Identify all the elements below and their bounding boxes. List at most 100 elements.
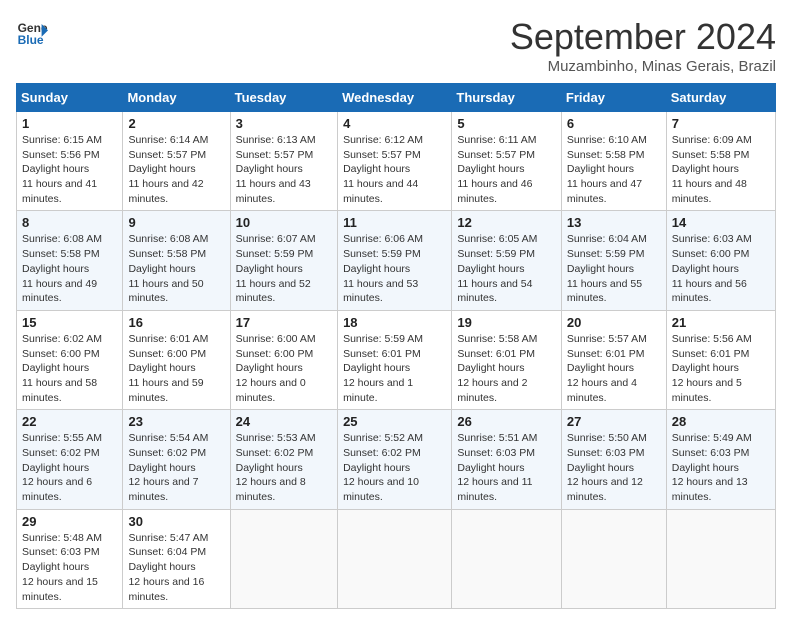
day-number: 1 <box>22 116 117 131</box>
calendar-week-3: 15 Sunrise: 6:02 AMSunset: 6:00 PMDayligh… <box>17 310 776 409</box>
calendar-cell: 10Sunrise: 6:07 AMSunset: 5:59 PMDayligh… <box>230 211 337 310</box>
day-number: 9 <box>128 215 224 230</box>
title-area: September 2024 Muzambinho, Minas Gerais,… <box>510 16 776 75</box>
calendar-cell <box>338 509 452 608</box>
day-number: 26 <box>457 414 556 429</box>
day-info: Sunrise: 5:49 AMSunset: 6:03 PMDaylight … <box>672 431 770 504</box>
calendar-cell: 8Sunrise: 6:08 AMSunset: 5:58 PMDaylight… <box>17 211 123 310</box>
day-info: Sunrise: 5:50 AMSunset: 6:03 PMDaylight … <box>567 431 661 504</box>
day-number: 29 <box>22 514 117 529</box>
calendar-cell: 6 Sunrise: 6:10 AMSunset: 5:58 PMDaylight… <box>561 112 666 211</box>
calendar-week-1: 1 Sunrise: 6:15 AMSunset: 5:56 PMDaylight… <box>17 112 776 211</box>
calendar-cell <box>230 509 337 608</box>
weekday-header-friday: Friday <box>561 84 666 112</box>
day-number: 4 <box>343 116 446 131</box>
weekday-header-tuesday: Tuesday <box>230 84 337 112</box>
calendar-cell: 3 Sunrise: 6:13 AMSunset: 5:57 PMDaylight… <box>230 112 337 211</box>
subtitle: Muzambinho, Minas Gerais, Brazil <box>510 58 776 75</box>
calendar-week-2: 8Sunrise: 6:08 AMSunset: 5:58 PMDaylight… <box>17 211 776 310</box>
day-info: Sunrise: 6:01 AMSunset: 6:00 PMDaylight … <box>128 332 224 405</box>
calendar-cell: 24 Sunrise: 5:53 AMSunset: 6:02 PMDayligh… <box>230 410 337 509</box>
calendar-cell: 5Sunrise: 6:11 AMSunset: 5:57 PMDaylight… <box>452 112 562 211</box>
day-number: 13 <box>567 215 661 230</box>
calendar-cell: 7Sunrise: 6:09 AMSunset: 5:58 PMDaylight… <box>666 112 775 211</box>
weekday-header-sunday: Sunday <box>17 84 123 112</box>
calendar-cell: 1 Sunrise: 6:15 AMSunset: 5:56 PMDaylight… <box>17 112 123 211</box>
calendar-cell: 20Sunrise: 5:57 AMSunset: 6:01 PMDayligh… <box>561 310 666 409</box>
day-number: 22 <box>22 414 117 429</box>
calendar-cell: 26Sunrise: 5:51 AMSunset: 6:03 PMDayligh… <box>452 410 562 509</box>
day-info: Sunrise: 6:08 AMSunset: 5:58 PMDaylight … <box>22 232 117 305</box>
day-info: Sunrise: 5:48 AMSunset: 6:03 PMDaylight … <box>22 531 117 604</box>
calendar-cell: 29 Sunrise: 5:48 AMSunset: 6:03 PMDayligh… <box>17 509 123 608</box>
day-number: 6 <box>567 116 661 131</box>
calendar-cell: 9Sunrise: 6:08 AMSunset: 5:58 PMDaylight… <box>123 211 230 310</box>
day-number: 16 <box>128 315 224 330</box>
weekday-header-thursday: Thursday <box>452 84 562 112</box>
day-number: 5 <box>457 116 556 131</box>
calendar-cell: 2Sunrise: 6:14 AMSunset: 5:57 PMDaylight… <box>123 112 230 211</box>
svg-text:Blue: Blue <box>18 33 44 47</box>
day-info: Sunrise: 6:13 AMSunset: 5:57 PMDaylight … <box>236 133 332 206</box>
day-number: 15 <box>22 315 117 330</box>
day-number: 14 <box>672 215 770 230</box>
calendar-table: SundayMondayTuesdayWednesdayThursdayFrid… <box>16 83 776 609</box>
day-info: Sunrise: 6:10 AMSunset: 5:58 PMDaylight … <box>567 133 661 206</box>
day-number: 24 <box>236 414 332 429</box>
calendar-cell: 11 Sunrise: 6:06 AMSunset: 5:59 PMDayligh… <box>338 211 452 310</box>
calendar-cell: 15 Sunrise: 6:02 AMSunset: 6:00 PMDayligh… <box>17 310 123 409</box>
calendar-week-5: 29 Sunrise: 5:48 AMSunset: 6:03 PMDayligh… <box>17 509 776 608</box>
day-info: Sunrise: 5:55 AMSunset: 6:02 PMDaylight … <box>22 431 117 504</box>
calendar-cell: 19Sunrise: 5:58 AMSunset: 6:01 PMDayligh… <box>452 310 562 409</box>
day-number: 12 <box>457 215 556 230</box>
day-info: Sunrise: 6:07 AMSunset: 5:59 PMDaylight … <box>236 232 332 305</box>
calendar-cell: 27 Sunrise: 5:50 AMSunset: 6:03 PMDayligh… <box>561 410 666 509</box>
weekday-header-saturday: Saturday <box>666 84 775 112</box>
day-number: 30 <box>128 514 224 529</box>
day-number: 17 <box>236 315 332 330</box>
day-info: Sunrise: 6:02 AMSunset: 6:00 PMDaylight … <box>22 332 117 405</box>
day-number: 27 <box>567 414 661 429</box>
day-number: 25 <box>343 414 446 429</box>
day-info: Sunrise: 5:58 AMSunset: 6:01 PMDaylight … <box>457 332 556 405</box>
day-info: Sunrise: 6:05 AMSunset: 5:59 PMDaylight … <box>457 232 556 305</box>
calendar-cell: 16 Sunrise: 6:01 AMSunset: 6:00 PMDayligh… <box>123 310 230 409</box>
day-info: Sunrise: 6:06 AMSunset: 5:59 PMDaylight … <box>343 232 446 305</box>
calendar-cell: 28 Sunrise: 5:49 AMSunset: 6:03 PMDayligh… <box>666 410 775 509</box>
day-info: Sunrise: 5:53 AMSunset: 6:02 PMDaylight … <box>236 431 332 504</box>
calendar-cell <box>561 509 666 608</box>
calendar-cell <box>452 509 562 608</box>
page-header: General Blue September 2024 Muzambinho, … <box>16 16 776 75</box>
day-number: 2 <box>128 116 224 131</box>
day-info: Sunrise: 6:00 AMSunset: 6:00 PMDaylight … <box>236 332 332 405</box>
day-info: Sunrise: 5:47 AMSunset: 6:04 PMDaylight … <box>128 531 224 604</box>
day-number: 3 <box>236 116 332 131</box>
weekday-header-monday: Monday <box>123 84 230 112</box>
day-info: Sunrise: 5:59 AMSunset: 6:01 PMDaylight … <box>343 332 446 405</box>
day-number: 20 <box>567 315 661 330</box>
calendar-cell: 4 Sunrise: 6:12 AMSunset: 5:57 PMDaylight… <box>338 112 452 211</box>
logo-icon: General Blue <box>16 16 48 48</box>
calendar-cell: 12 Sunrise: 6:05 AMSunset: 5:59 PMDayligh… <box>452 211 562 310</box>
calendar-cell: 21 Sunrise: 5:56 AMSunset: 6:01 PMDayligh… <box>666 310 775 409</box>
day-number: 23 <box>128 414 224 429</box>
day-number: 21 <box>672 315 770 330</box>
day-number: 7 <box>672 116 770 131</box>
calendar-week-4: 22 Sunrise: 5:55 AMSunset: 6:02 PMDayligh… <box>17 410 776 509</box>
calendar-cell: 14 Sunrise: 6:03 AMSunset: 6:00 PMDayligh… <box>666 211 775 310</box>
day-info: Sunrise: 6:04 AMSunset: 5:59 PMDaylight … <box>567 232 661 305</box>
day-info: Sunrise: 6:03 AMSunset: 6:00 PMDaylight … <box>672 232 770 305</box>
calendar-cell: 22 Sunrise: 5:55 AMSunset: 6:02 PMDayligh… <box>17 410 123 509</box>
day-info: Sunrise: 6:15 AMSunset: 5:56 PMDaylight … <box>22 133 117 206</box>
calendar-cell: 13 Sunrise: 6:04 AMSunset: 5:59 PMDayligh… <box>561 211 666 310</box>
calendar-cell: 30 Sunrise: 5:47 AMSunset: 6:04 PMDayligh… <box>123 509 230 608</box>
day-number: 11 <box>343 215 446 230</box>
calendar-cell: 23Sunrise: 5:54 AMSunset: 6:02 PMDayligh… <box>123 410 230 509</box>
calendar-cell: 18Sunrise: 5:59 AMSunset: 6:01 PMDayligh… <box>338 310 452 409</box>
main-title: September 2024 <box>510 16 776 58</box>
day-info: Sunrise: 5:56 AMSunset: 6:01 PMDaylight … <box>672 332 770 405</box>
calendar-cell: 25Sunrise: 5:52 AMSunset: 6:02 PMDayligh… <box>338 410 452 509</box>
day-number: 28 <box>672 414 770 429</box>
day-info: Sunrise: 6:12 AMSunset: 5:57 PMDaylight … <box>343 133 446 206</box>
calendar-cell: 17 Sunrise: 6:00 AMSunset: 6:00 PMDayligh… <box>230 310 337 409</box>
